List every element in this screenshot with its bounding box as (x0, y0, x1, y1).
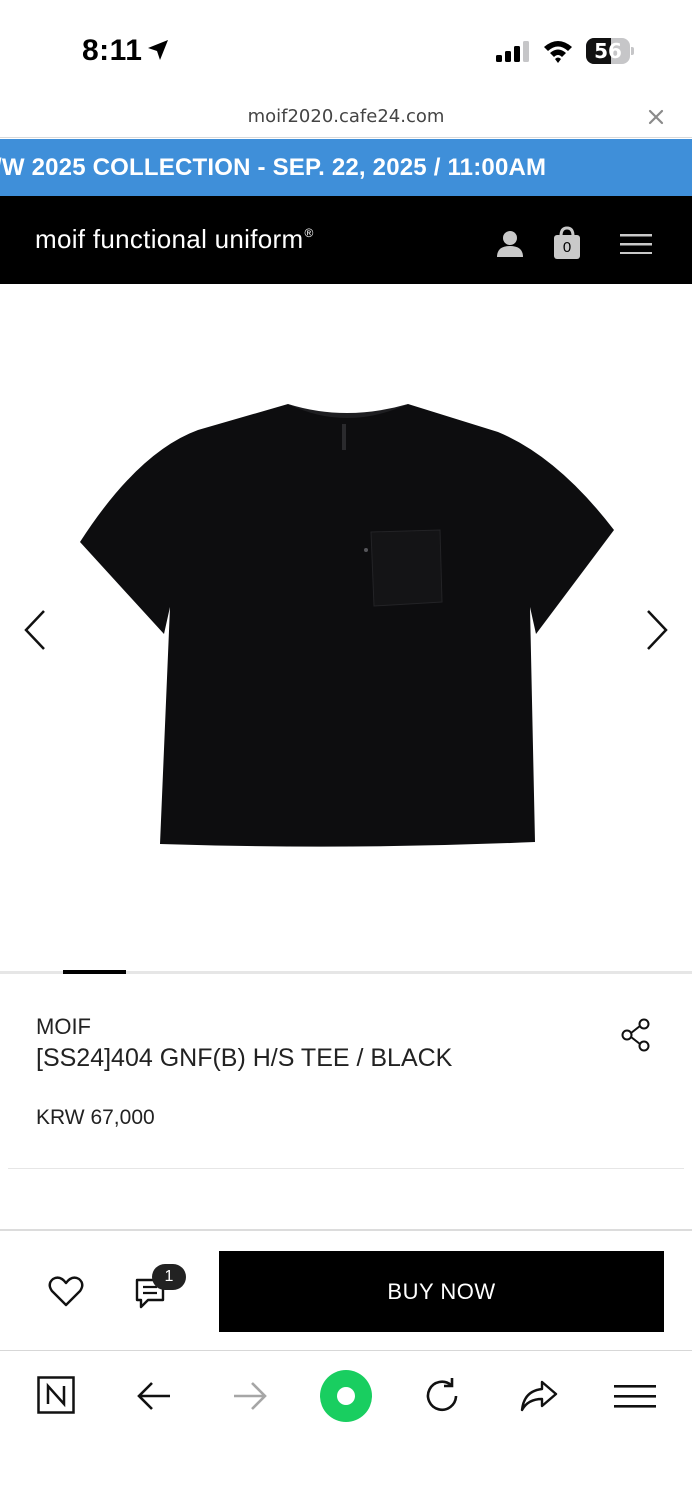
site-logo[interactable]: moif functional uniform® (35, 224, 314, 255)
review-count-badge: 1 (152, 1264, 186, 1290)
heart-icon[interactable] (48, 1276, 84, 1308)
cart-count: 0 (562, 239, 572, 256)
battery-level: 56 (594, 39, 622, 63)
announcement-banner[interactable]: /W 2025 COLLECTION - SEP. 22, 2025 / 11:… (0, 139, 692, 196)
naver-n-icon[interactable] (37, 1376, 75, 1414)
action-bar-divider (0, 1229, 692, 1231)
forward-arrow-icon[interactable] (232, 1380, 268, 1412)
url-divider (0, 137, 692, 138)
menu-icon[interactable] (614, 1385, 656, 1409)
share-icon[interactable] (620, 1018, 652, 1052)
back-arrow-icon[interactable] (136, 1380, 172, 1412)
browser-toolbar-divider (0, 1350, 692, 1351)
chevron-left-icon[interactable] (20, 607, 50, 653)
chevron-right-icon[interactable] (642, 607, 672, 653)
green-home-icon[interactable] (320, 1370, 372, 1422)
logo-mark: ® (304, 226, 314, 240)
close-icon[interactable] (645, 106, 667, 128)
product-gallery[interactable] (0, 284, 692, 972)
banner-text: /W 2025 COLLECTION - SEP. 22, 2025 / 11:… (0, 154, 547, 181)
buy-now-button[interactable]: BUY NOW (219, 1251, 664, 1332)
product-price: KRW 67,000 (36, 1106, 155, 1129)
gallery-progress-indicator (63, 970, 126, 974)
location-arrow-icon (148, 40, 168, 60)
site-header: moif functional uniform® 0 (0, 196, 692, 284)
hamburger-menu-icon[interactable] (620, 234, 652, 254)
wifi-icon (544, 41, 572, 63)
battery-indicator: 56 (586, 38, 634, 64)
product-name: [SS24]404 GNF(B) H/S TEE / BLACK (36, 1044, 453, 1072)
share-icon[interactable] (518, 1378, 560, 1414)
user-icon[interactable] (496, 230, 524, 258)
logo-text: moif functional uniform (35, 224, 304, 254)
status-time: 8:11 (82, 34, 143, 67)
url-text[interactable]: moif2020.cafe24.com (0, 106, 692, 127)
product-image (80, 404, 614, 847)
product-brand: MOIF (36, 1014, 91, 1039)
section-divider (8, 1168, 684, 1169)
cellular-signal-icon (496, 41, 529, 62)
reload-icon[interactable] (422, 1376, 462, 1416)
green-home-dot (337, 1387, 355, 1405)
